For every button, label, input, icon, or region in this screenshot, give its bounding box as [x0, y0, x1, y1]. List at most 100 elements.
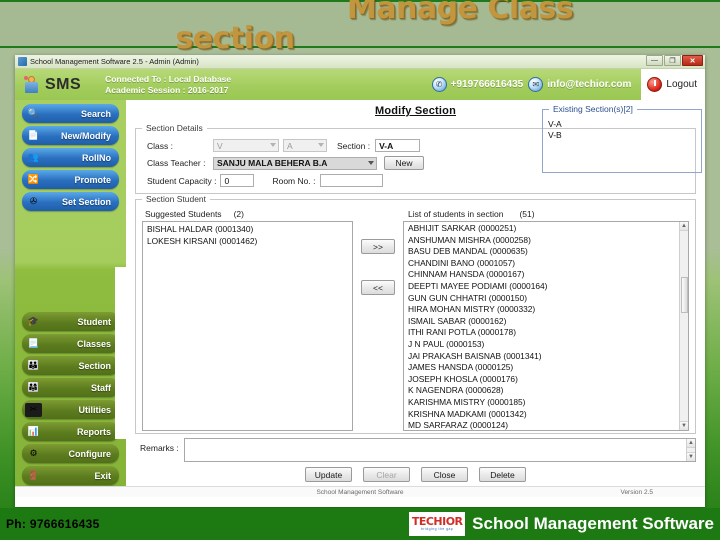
class-section-select[interactable]: A	[283, 139, 327, 152]
sidebar-item-section[interactable]: 👪 Section	[22, 356, 119, 375]
list-item[interactable]: JAMES HANSDA (0000125)	[404, 362, 688, 374]
list-item[interactable]: CHINNAM HANSDA (0000167)	[404, 269, 688, 281]
sidebar-bottom-group: 🎓 Student 📃 Classes 👪 Section 👨‍👩‍👧 Staff ✂ Utili…	[15, 312, 126, 490]
existing-section-item[interactable]: V-B	[543, 130, 701, 141]
list-item[interactable]: KRISHNA MADKAMI (0001342)	[404, 409, 688, 421]
class-select[interactable]: V	[213, 139, 279, 152]
window-titlebar: School Management Software 2.5 - Admin (…	[15, 55, 705, 69]
sidebar-item-new-modify[interactable]: 📄 New/Modify	[22, 126, 119, 145]
window-controls: — ❐ ✕	[646, 55, 703, 66]
class-label: Class :	[147, 140, 173, 151]
sidebar-top-group: 🔍 Search 📄 New/Modify 👥 RollNo 🔀 Promote ✇ Set Se…	[15, 100, 126, 211]
delete-button[interactable]: Delete	[479, 467, 526, 482]
sidebar-item-classes[interactable]: 📃 Classes	[22, 334, 119, 353]
class-teacher-select[interactable]: SANJU MALA BEHERA B.A	[213, 156, 377, 170]
status-center-text: School Management Software	[316, 488, 404, 496]
list-item[interactable]: JOSEPH KHOSLA (0000176)	[404, 374, 688, 386]
list-item[interactable]: GUN GUN CHHATRI (0000150)	[404, 293, 688, 305]
sidebar-item-search[interactable]: 🔍 Search	[22, 104, 119, 123]
sidebar-item-rollno[interactable]: 👥 RollNo	[22, 148, 119, 167]
existing-sections-group: Existing Section(s)[2] V-A V-B	[542, 104, 702, 173]
bar-chart-icon: 📊	[27, 426, 40, 436]
section-student-group: Section Student Suggested Students (2) B…	[135, 194, 696, 434]
scroll-up-icon[interactable]: ▲	[680, 222, 688, 231]
remarks-scroll-down-icon[interactable]: ▼	[687, 452, 695, 461]
list-item[interactable]: BASU DEB MANDAL (0000635)	[404, 246, 688, 258]
sidebar-item-student[interactable]: 🎓 Student	[22, 312, 119, 331]
class-teacher-value: SANJU MALA BEHERA B.A	[217, 158, 328, 168]
move-left-button[interactable]: <<	[361, 280, 395, 295]
list-item[interactable]: K NAGENDRA (0000628)	[404, 385, 688, 397]
room-no-input[interactable]	[320, 174, 384, 187]
slide-footer: Ph: 9766616435 TECHIOR bridging the gap …	[0, 508, 720, 540]
list-item[interactable]: ANSHUMAN MISHRA (0000258)	[404, 235, 688, 247]
sidebar-item-utilities[interactable]: ✂ Utilities	[22, 400, 119, 419]
email-label: info@techior.com	[547, 79, 632, 90]
student-capacity-input[interactable]: 0	[220, 174, 255, 187]
connection-info: Connected To : Local Database Academic S…	[105, 74, 231, 96]
class-teacher-label: Class Teacher :	[147, 158, 206, 168]
sidebar-item-exit[interactable]: 🚪 Exit	[22, 466, 119, 485]
move-right-button[interactable]: >>	[361, 239, 395, 254]
update-button[interactable]: Update	[305, 467, 352, 482]
sidebar-item-set-section[interactable]: ✇ Set Section	[22, 192, 119, 211]
sidebar-item-label: Promote	[74, 174, 111, 185]
new-button[interactable]: New	[384, 156, 424, 170]
minimize-button[interactable]: —	[646, 55, 663, 66]
list-item[interactable]: ABHIJIT SARKAR (0000251)	[404, 223, 688, 235]
section-label: Section :	[337, 140, 371, 151]
list-item[interactable]: JAI PRAKASH BAISNAB (0001341)	[404, 351, 688, 363]
remarks-input[interactable]: ▲ ▼	[183, 438, 696, 462]
footer-title: School Management Software	[472, 514, 714, 533]
list-item[interactable]: KARISHMA MISTRY (0000185)	[404, 397, 688, 409]
logout-button[interactable]: Logout	[641, 69, 705, 100]
magnifier-icon: 🔍	[27, 108, 40, 118]
students-list-scrollbar[interactable]: ▲ ▼	[679, 222, 688, 430]
arrows-icon: 🔀	[27, 174, 40, 184]
tools-icon: ✂	[25, 402, 42, 417]
existing-section-item[interactable]: V-A	[543, 119, 701, 130]
document-new-icon: 📄	[27, 130, 40, 140]
suggested-students-list[interactable]: BISHAL HALDAR (0001340) LOKESH KIRSANI (0…	[142, 221, 353, 431]
sidebar-item-label: Reports	[76, 426, 111, 437]
remarks-scrollbar[interactable]: ▲ ▼	[686, 439, 695, 461]
list-item[interactable]: ITHI RANI POTLA (0000178)	[404, 327, 688, 339]
remarks-scroll-up-icon[interactable]: ▲	[687, 439, 695, 448]
scroll-down-icon[interactable]: ▼	[680, 421, 688, 430]
close-button[interactable]: Close	[421, 467, 468, 482]
footer-brand: TECHIOR bridging the gap School Manageme…	[409, 512, 720, 536]
list-item[interactable]: DEEPTI MAYEE PODIAMI (0000164)	[404, 281, 688, 293]
sidebar-item-staff[interactable]: 👨‍👩‍👧 Staff	[22, 378, 119, 397]
close-window-button[interactable]: ✕	[682, 55, 703, 66]
scrollbar-thumb[interactable]	[681, 277, 688, 313]
status-bar: School Management Software Version 2.5	[15, 486, 705, 497]
suggested-students-label: Suggested Students	[145, 209, 222, 219]
list-item[interactable]: ISMAIL SABAR (0000162)	[404, 316, 688, 328]
list-item[interactable]: HIRA MOHAN MISTRY (0000332)	[404, 304, 688, 316]
exit-icon: 🚪	[27, 470, 40, 480]
sms-logo-icon	[24, 75, 40, 94]
maximize-button[interactable]: ❐	[664, 55, 681, 66]
power-icon	[647, 77, 663, 92]
sidebar-item-label: Staff	[91, 382, 111, 393]
section-details-legend: Section Details	[142, 123, 207, 133]
class-select-value: V	[217, 140, 223, 151]
student-capacity-value: 0	[224, 175, 230, 186]
page-icon: 📃	[27, 338, 40, 348]
slide-top-band	[0, 0, 720, 48]
list-item[interactable]: CHANDINI BANO (0001057)	[404, 258, 688, 270]
sidebar-item-configure[interactable]: ⚙ Configure	[22, 444, 119, 463]
envelope-icon: ✉	[528, 77, 544, 92]
list-item[interactable]: MD SARFARAZ (0000124)	[404, 420, 688, 430]
contact-block: ✆ +919766616435 ✉ info@techior.com	[431, 77, 636, 92]
list-item[interactable]: J N PAUL (0000153)	[404, 339, 688, 351]
list-item[interactable]: LOKESH KIRSANI (0001462)	[143, 236, 352, 248]
existing-sections-list[interactable]: V-A V-B	[543, 119, 701, 141]
students-in-section-list[interactable]: ABHIJIT SARKAR (0000251) ANSHUMAN MISHRA …	[403, 221, 689, 431]
sidebar-item-reports[interactable]: 📊 Reports	[22, 422, 119, 441]
list-item[interactable]: BISHAL HALDAR (0001340)	[143, 224, 352, 236]
sidebar-item-label: Exit	[94, 470, 111, 481]
section-input[interactable]: V-A	[375, 139, 421, 152]
section-icon: ✇	[29, 196, 38, 206]
sidebar-item-promote[interactable]: 🔀 Promote	[22, 170, 119, 189]
